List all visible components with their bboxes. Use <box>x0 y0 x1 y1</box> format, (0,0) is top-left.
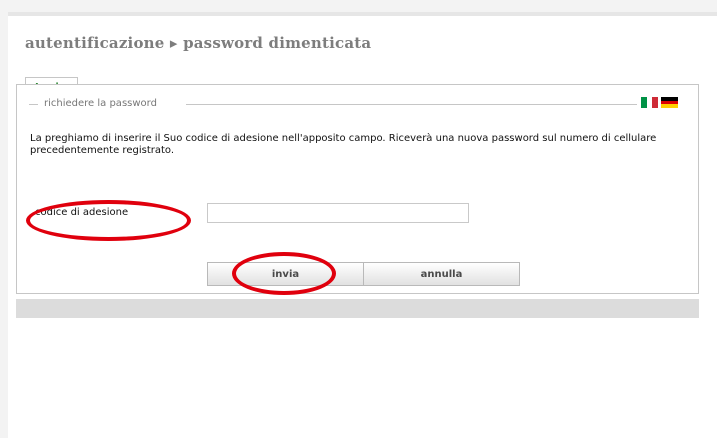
cancel-button[interactable]: annulla <box>364 262 520 286</box>
fieldset-divider-left <box>29 104 38 105</box>
german-flag-icon[interactable] <box>661 97 678 108</box>
submit-button[interactable]: invia <box>207 262 364 286</box>
login-panel: richiedere la password La preghiamo di i… <box>16 84 699 294</box>
page-title: autentificazione ▸ password dimenticata <box>25 34 372 52</box>
membership-code-label: codice di adesione <box>35 207 129 218</box>
top-divider <box>8 12 717 16</box>
footer-bar <box>16 299 699 318</box>
membership-code-input[interactable] <box>207 203 469 223</box>
fieldset-legend: richiedere la password <box>44 98 157 109</box>
button-group: invia annulla <box>207 262 520 286</box>
fieldset-divider-right <box>186 104 637 105</box>
instructions-text: La preghiamo di inserire il Suo codice d… <box>30 133 657 156</box>
italian-flag-icon[interactable] <box>641 97 658 108</box>
